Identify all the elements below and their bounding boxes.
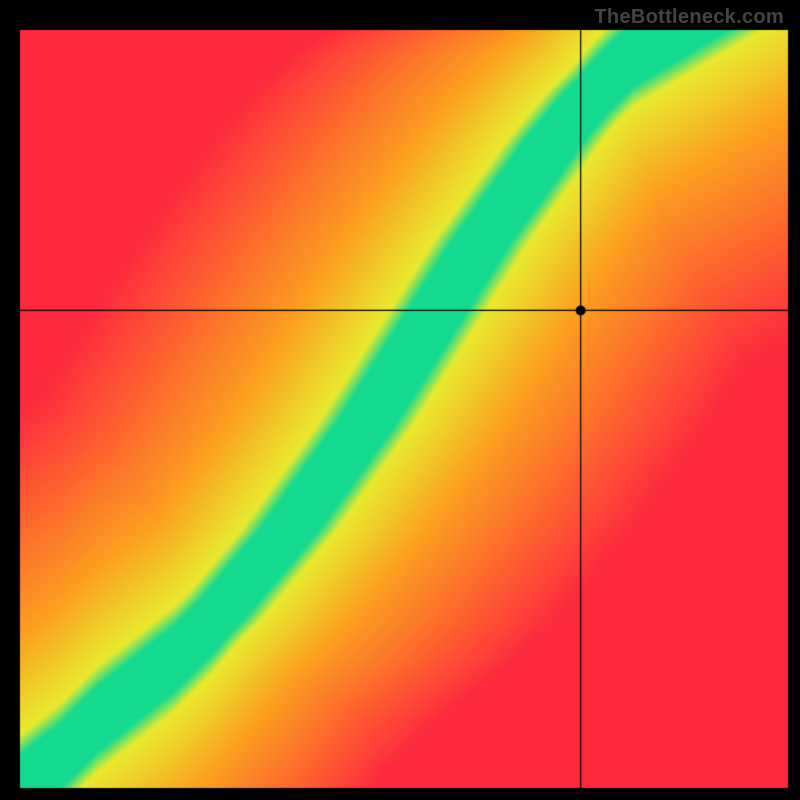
bottleneck-heatmap (0, 0, 800, 800)
watermark-text: TheBottleneck.com (594, 6, 784, 29)
